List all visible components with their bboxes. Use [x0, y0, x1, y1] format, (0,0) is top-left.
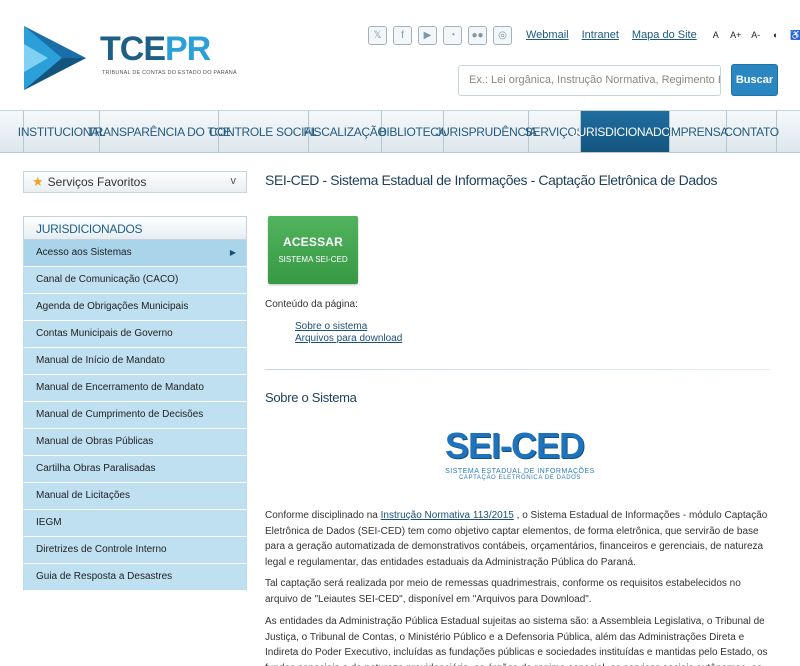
main-navigation: INSTITUCIONAL TRANSPARÊNCIA DO TCE CONTR…: [0, 110, 800, 153]
sidebar-item-licitacoes[interactable]: Manual de Licitações: [23, 483, 247, 510]
favorites-label: Serviços Favoritos: [47, 175, 147, 189]
paragraph-1: Conforme disciplinado na Instrução Norma…: [265, 510, 768, 568]
sei-ced-logo-sub2: CAPTAÇÃO ELETRÔNICA DE DADOS: [458, 475, 582, 481]
contents-label: Conteúdo da página:: [265, 299, 358, 310]
youtube-icon[interactable]: ▶: [418, 25, 437, 45]
nav-item-transparencia[interactable]: TRANSPARÊNCIA DO TCE: [88, 111, 231, 152]
font-increase-button[interactable]: A+: [730, 30, 742, 40]
sidebar-item-desastres[interactable]: Guia de Resposta a Desastres: [23, 564, 247, 591]
sidebar-item-cumprimento-decisoes[interactable]: Manual de Cumprimento de Decisões: [23, 402, 247, 429]
search-button[interactable]: Buscar: [731, 64, 778, 96]
nav-item-imprensa[interactable]: IMPRENSA: [668, 111, 728, 152]
sidebar-item-acesso-sistemas[interactable]: Acesso aos Sistemas ▶: [23, 240, 247, 267]
caret-right-icon: ▶: [229, 248, 236, 257]
access-button-sublabel: SISTEMA SEI-CED: [278, 255, 348, 264]
section-divider: [265, 369, 770, 370]
sidebar-item-inicio-mandato[interactable]: Manual de Início de Mandato: [23, 348, 247, 375]
instrucao-normativa-link[interactable]: Instrução Normativa 113/2015: [381, 510, 514, 521]
site-header: TCEPR TRIBUNAL DE CONTAS DO ESTADO DO PA…: [0, 0, 800, 110]
logo-mark-icon: [24, 26, 86, 90]
sidebar-item-obras-paralisadas[interactable]: Cartilha Obras Paralisadas: [23, 456, 247, 483]
font-decrease-button[interactable]: A-: [750, 30, 762, 40]
nav-item-controle-social[interactable]: CONTROLE SOCIAL: [209, 111, 319, 152]
logo-subtitle: TRIBUNAL DE CONTAS DO ESTADO DO PARANÁ: [102, 70, 237, 76]
intranet-link[interactable]: Intranet: [582, 29, 619, 41]
logo-wordmark: TCEPR: [100, 30, 211, 68]
accessibility-icon[interactable]: ♿: [790, 30, 800, 41]
page-title: SEI-CED - Sistema Estadual de Informaçõe…: [265, 172, 718, 188]
nav-item-contato[interactable]: CONTATO: [724, 111, 779, 152]
facebook-icon[interactable]: f: [393, 25, 412, 45]
site-map-link[interactable]: Mapa do Site: [632, 29, 697, 41]
contrast-icon[interactable]: ◐: [770, 30, 782, 40]
toc-link-sobre[interactable]: Sobre o sistema: [295, 321, 402, 333]
table-of-contents: Sobre o sistema Arquivos para download: [295, 321, 402, 345]
nav-item-fiscalizacao[interactable]: FISCALIZAÇÃO: [303, 111, 387, 152]
search-input[interactable]: Ex.: Lei orgânica, Instrução Normativa, …: [458, 65, 721, 96]
webmail-link[interactable]: Webmail: [526, 29, 569, 41]
chevron-down-icon: v: [230, 175, 237, 187]
sidebar-item-agenda[interactable]: Agenda de Obrigações Municipais: [23, 294, 247, 321]
sidebar-item-iegm[interactable]: IEGM: [23, 510, 247, 537]
section-title: Sobre o Sistema: [265, 390, 357, 405]
paragraph-2: Tal captação será realizada por meio de …: [265, 578, 741, 605]
sidebar-item-controle-interno[interactable]: Diretrizes de Controle Interno: [23, 537, 247, 564]
sidebar-item-obras-publicas[interactable]: Manual de Obras Públicas: [23, 429, 247, 456]
toc-link-arquivos[interactable]: Arquivos para download: [295, 333, 402, 345]
star-icon: ★: [32, 174, 44, 189]
favorites-dropdown[interactable]: ★ Serviços Favoritos v: [23, 171, 247, 193]
sidebar-item-contas-municipais[interactable]: Contas Municipais de Governo: [23, 321, 247, 348]
top-utility-bar: 𝕏 f ▶ ◔ ●● ◎ Webmail Intranet Mapa do Si…: [368, 25, 800, 45]
nav-item-jurisprudencia[interactable]: JURISPRUDÊNCIA: [435, 111, 537, 152]
nav-item-jurisdicionados[interactable]: JURISDICIONADOS: [572, 111, 678, 152]
sidebar-item-caco[interactable]: Canal de Comunicação (CACO): [23, 267, 247, 294]
sei-ced-logo-main: SEI-CED: [445, 425, 585, 466]
access-button-label: ACESSAR: [282, 235, 344, 249]
sei-ced-logo-sub1: SISTEMA ESTADUAL DE INFORMAÇÕES: [445, 468, 595, 475]
flickr-icon[interactable]: ●●: [468, 25, 487, 45]
x-icon[interactable]: 𝕏: [368, 25, 387, 45]
paragraph-3: As entidades da Administração Pública Es…: [265, 616, 768, 666]
nav-item-biblioteca[interactable]: BIBLIOTECA: [379, 111, 447, 152]
font-normal-button[interactable]: A: [710, 30, 722, 40]
access-system-button[interactable]: ACESSAR SISTEMA SEI-CED: [268, 216, 358, 284]
sidebar-menu: Acesso aos Sistemas ▶ Canal de Comunicaçã…: [23, 240, 247, 591]
sei-ced-logo: SEI-CED SISTEMA ESTADUAL DE INFORMAÇÕES …: [445, 426, 595, 490]
tce-logo[interactable]: TCEPR TRIBUNAL DE CONTAS DO ESTADO DO PA…: [22, 24, 237, 94]
sidebar-heading: JURISDICIONADOS: [23, 216, 247, 240]
instagram-icon[interactable]: ◎: [493, 25, 512, 45]
rss-icon[interactable]: ◔: [443, 25, 462, 45]
sidebar-item-encerramento-mandato[interactable]: Manual de Encerramento de Mandato: [23, 375, 247, 402]
